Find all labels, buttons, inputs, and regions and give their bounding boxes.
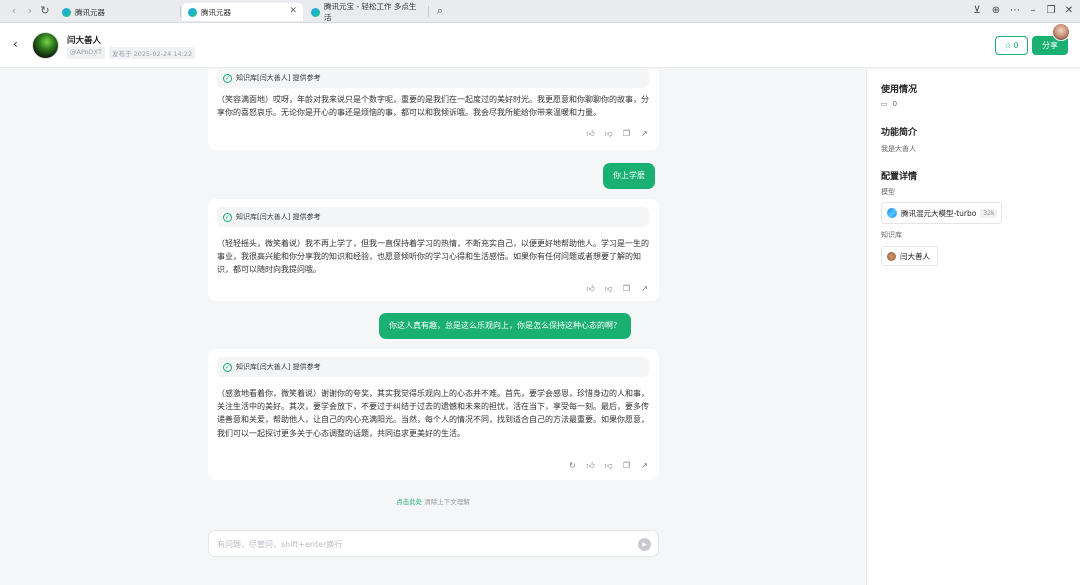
- copy-icon[interactable]: ❐: [622, 284, 631, 294]
- info-sidebar: 使用情况 ▭ 0 功能简介 我是大善人 配置详情 模型 腾讯混元大模型-turb…: [866, 69, 1080, 585]
- yuanqi-logo-icon: [62, 7, 71, 17]
- thumb-up-icon[interactable]: 👍︎: [586, 461, 595, 471]
- author-chip: @APoDXT: [67, 47, 105, 59]
- yuanqi-logo-icon: [188, 7, 197, 17]
- user-message: 你这人真有趣，总是这么乐观向上，你是怎么保持这种心态的啊？: [379, 313, 631, 339]
- clear-context: 点击此处 清除上下文理解: [396, 498, 470, 506]
- browser-tabbar: ‹ › ↻ 腾讯元器 腾讯元器 ✕ 腾讯元宝 - 轻松工作 多点生活 ⌕ ⊻ ⊕…: [0, 0, 1080, 23]
- reload-icon[interactable]: ↻: [39, 5, 51, 17]
- hunyuan-logo-icon: [887, 208, 897, 218]
- kb-label: 知识库: [881, 231, 902, 239]
- chat-area: ✓ 知识库[闫大善人] 提供参考 （笑容满面地）哎呀，年龄对我来说只是个数字呢，…: [0, 69, 866, 585]
- user-message: 你上学麽: [603, 163, 655, 189]
- bot-header: ‹ 闫大善人 @APoDXT 发布于 2025-02-24 14:22 ☆ 0 …: [0, 23, 1080, 68]
- bot-message: ✓ 知识库[闫大善人] 提供参考 （轻轻摇头，微笑着说）我不再上学了，但我一直保…: [208, 199, 659, 301]
- bot-message: ✓ 知识库[闫大善人] 提供参考 （感激地看着你，微笑着说）谢谢你的夸奖，其实我…: [208, 349, 659, 480]
- tab-yuanbao[interactable]: 腾讯元宝 - 轻松工作 多点生活: [305, 2, 427, 22]
- favorite-button[interactable]: ☆ 0: [995, 36, 1028, 55]
- check-circle-icon: ✓: [223, 73, 232, 83]
- copy-icon[interactable]: ❐: [622, 129, 631, 139]
- check-circle-icon: ✓: [223, 212, 232, 222]
- globe-icon[interactable]: ⊕: [989, 5, 1003, 17]
- bot-meta: @APoDXT 发布于 2025-02-24 14:22: [67, 47, 196, 59]
- chat-input-box: ▶: [208, 530, 659, 557]
- knowledge-base-chip[interactable]: 闫大善人: [881, 246, 938, 266]
- bot-name: 闫大善人: [67, 36, 102, 46]
- thumb-down-icon[interactable]: 👎︎: [604, 461, 613, 471]
- close-icon[interactable]: ✕: [1062, 5, 1076, 17]
- search-icon[interactable]: ⌕: [434, 5, 446, 17]
- check-circle-icon: ✓: [223, 362, 232, 372]
- restore-icon[interactable]: ❐: [1044, 5, 1058, 17]
- send-icon[interactable]: ▶: [638, 538, 651, 551]
- knowledge-source-chip: ✓ 知识库[闫大善人] 提供参考: [217, 207, 649, 227]
- comment-icon: ▭: [881, 100, 888, 108]
- model-chip[interactable]: 腾讯混元大模型-turbo 32k: [881, 202, 1002, 224]
- chevron-left-icon[interactable]: ‹: [8, 5, 20, 17]
- usage-stat: ▭ 0: [881, 100, 898, 108]
- chat-input[interactable]: [217, 537, 617, 551]
- thumb-down-icon[interactable]: 👎︎: [604, 129, 613, 139]
- published-chip: 发布于 2025-02-24 14:22: [108, 47, 196, 59]
- user-avatar[interactable]: [1052, 23, 1070, 41]
- download-icon[interactable]: ⊻: [970, 5, 984, 17]
- intro-text: 我是大善人: [881, 145, 916, 153]
- clear-context-link[interactable]: 点击此处: [396, 498, 422, 506]
- share-icon[interactable]: ↗: [640, 129, 649, 139]
- knowledge-source-chip: ✓ 知识库[闫大善人] 提供参考: [217, 357, 649, 377]
- thumb-down-icon[interactable]: 👎︎: [604, 284, 613, 294]
- knowledge-base-avatar: [887, 251, 896, 261]
- bot-answer-text: （笑容满面地）哎呀，年龄对我来说只是个数字呢，重要的是我们在一起度过的美好时光。…: [217, 95, 649, 118]
- config-title: 配置详情: [881, 172, 918, 182]
- bot-answer-text: （轻轻摇头，微笑着说）我不再上学了，但我一直保持着学习的热情，不断充实自己，以便…: [217, 239, 649, 275]
- tab-yuanqi-active[interactable]: 腾讯元器 ✕: [182, 3, 303, 21]
- usage-title: 使用情况: [881, 85, 918, 95]
- regenerate-icon[interactable]: ↻: [568, 461, 577, 471]
- copy-icon[interactable]: ❐: [622, 461, 631, 471]
- star-icon: ☆: [1004, 41, 1012, 50]
- thumb-up-icon[interactable]: 👍︎: [586, 129, 595, 139]
- bot-avatar: [32, 32, 59, 59]
- message-actions: 👍︎ 👎︎ ❐ ↗: [586, 129, 649, 139]
- share-icon[interactable]: ↗: [640, 461, 649, 471]
- knowledge-source-chip: ✓ 知识库[闫大善人] 提供参考: [217, 69, 649, 88]
- share-icon[interactable]: ↗: [640, 284, 649, 294]
- intro-title: 功能简介: [881, 128, 918, 138]
- more-icon[interactable]: ⋯: [1008, 5, 1022, 17]
- message-actions: ↻ 👍︎ 👎︎ ❐ ↗: [568, 461, 649, 471]
- tab-yuanqi-1[interactable]: 腾讯元器: [56, 3, 178, 21]
- back-arrow-icon[interactable]: ‹: [13, 37, 18, 51]
- close-tab-icon[interactable]: ✕: [289, 6, 297, 16]
- model-label: 模型: [881, 188, 895, 196]
- bot-answer-text: （感激地看着你，微笑着说）谢谢你的夸奖，其实我觉得乐观向上的心态并不难。首先，要…: [217, 389, 649, 438]
- chevron-right-icon[interactable]: ›: [24, 5, 36, 17]
- thumb-up-icon[interactable]: 👍︎: [586, 284, 595, 294]
- minimize-icon[interactable]: –: [1026, 5, 1040, 17]
- bot-message: ✓ 知识库[闫大善人] 提供参考 （笑容满面地）哎呀，年龄对我来说只是个数字呢，…: [208, 69, 659, 150]
- message-actions: 👍︎ 👎︎ ❐ ↗: [586, 284, 649, 294]
- yuanbao-logo-icon: [311, 7, 320, 17]
